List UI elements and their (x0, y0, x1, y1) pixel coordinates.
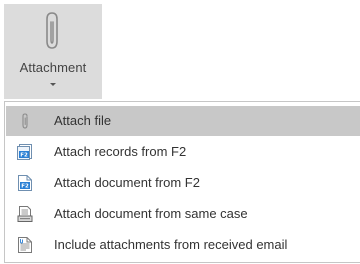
attachment-ui: Attachment Attach file F2 Attach records… (0, 0, 360, 264)
menu-item-attach-file[interactable]: Attach file (6, 106, 360, 136)
f2-document-icon: F2 (18, 175, 32, 191)
f2-records-icon: F2 (17, 144, 32, 160)
menu-item-label: Attach document from same case (54, 206, 248, 221)
case-document-icon (17, 206, 33, 222)
menu-item-attach-document-same-case[interactable]: Attach document from same case (6, 199, 360, 229)
menu-item-include-email-attachments[interactable]: Include attachments from received email (6, 230, 360, 260)
paperclip-icon (22, 113, 28, 129)
attachment-button-label: Attachment (19, 60, 87, 75)
menu-item-attach-records-f2[interactable]: F2 Attach records from F2 (6, 137, 360, 167)
chevron-down-icon (50, 83, 56, 86)
attachment-button[interactable]: Attachment (4, 4, 102, 99)
paperclip-icon (46, 12, 58, 49)
attachment-menu: Attach file F2 Attach records from F2 F2… (4, 101, 360, 263)
email-attachments-icon (18, 237, 32, 253)
menu-item-label: Attach records from F2 (54, 144, 187, 159)
menu-item-attach-document-f2[interactable]: F2 Attach document from F2 (6, 168, 360, 198)
svg-text:F2: F2 (21, 184, 29, 190)
menu-item-label: Attach file (54, 113, 112, 128)
menu-item-label: Include attachments from received email (54, 237, 288, 252)
menu-item-label: Attach document from F2 (54, 175, 200, 190)
svg-text:F2: F2 (20, 153, 28, 159)
